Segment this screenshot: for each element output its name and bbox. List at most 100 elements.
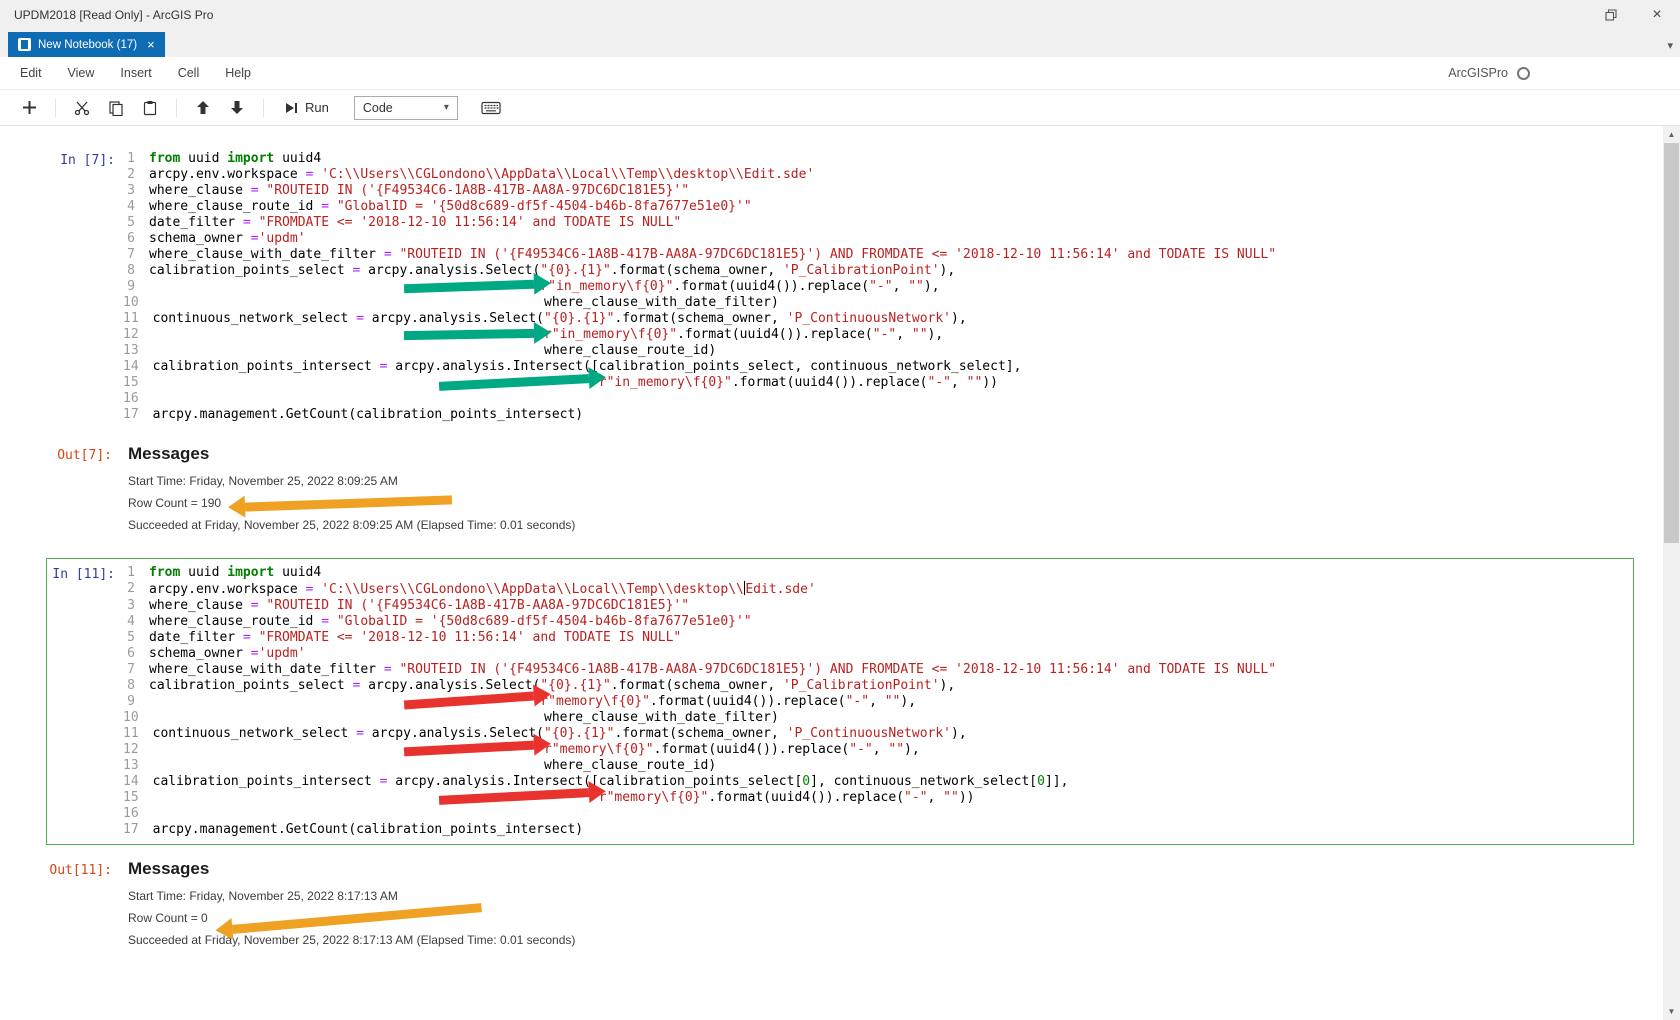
scroll-up-icon[interactable]: ▲ — [1663, 126, 1680, 143]
code-line[interactable]: 5 date_filter = "FROMDATE <= '2018-12-10 … — [123, 215, 1631, 231]
code-line[interactable]: 10 where_clause_with_date_filter) — [123, 710, 1631, 726]
cell-input-area-selected: In [11]: 1 from uuid import uuid4 2 arcpy.e… — [46, 558, 1634, 845]
code-line[interactable]: 8 calibration_points_select = arcpy.analy… — [123, 678, 1631, 694]
cut-cells-button[interactable] — [67, 95, 97, 121]
code-line[interactable]: 2 arcpy.env.workspace = 'C:\\Users\\CGLon… — [123, 581, 1631, 598]
code-text: where_clause_route_id) — [152, 343, 717, 358]
line-number: 13 — [123, 343, 139, 358]
code-editor[interactable]: 1 from uuid import uuid4 2 arcpy.env.worksp… — [123, 147, 1631, 427]
code-line[interactable]: 1 from uuid import uuid4 — [123, 151, 1631, 167]
code-text: where_clause = "ROUTEID IN ('{F49534C6-1… — [149, 598, 690, 613]
code-text: where_clause_route_id = "GlobalID = '{50… — [149, 199, 752, 214]
line-number: 13 — [123, 758, 139, 773]
line-number: 8 — [127, 678, 135, 693]
code-text: arcpy.management.GetCount(calibration_po… — [152, 407, 584, 422]
line-number: 10 — [123, 295, 139, 310]
scrollbar-thumb[interactable] — [1664, 143, 1679, 543]
code-line[interactable]: 16 — [123, 806, 1631, 822]
run-button[interactable]: Run — [275, 95, 338, 121]
cell-output: Messages Start Time: Friday, November 25… — [120, 857, 1634, 955]
code-line[interactable]: 16 — [123, 391, 1631, 407]
code-line[interactable]: 6 schema_owner ='updm' — [123, 646, 1631, 662]
code-text: arcpy.management.GetCount(calibration_po… — [152, 822, 584, 837]
tab-list-chevron-icon[interactable]: ▾ — [1667, 39, 1673, 52]
line-number: 5 — [127, 215, 135, 230]
restore-icon — [1605, 9, 1617, 21]
restore-window-button[interactable] — [1588, 0, 1634, 30]
code-line[interactable]: 13 where_clause_route_id) — [123, 758, 1631, 774]
line-number: 12 — [123, 327, 139, 342]
notebook-document: In [7]: 1 from uuid import uuid4 2 arcpy.en… — [0, 126, 1680, 1020]
code-line[interactable]: 6 schema_owner ='updm' — [123, 231, 1631, 247]
copy-cells-button[interactable] — [101, 95, 131, 121]
code-line[interactable]: 1 from uuid import uuid4 — [123, 565, 1631, 581]
code-line[interactable]: 10 where_clause_with_date_filter) — [123, 295, 1631, 311]
code-line[interactable]: 5 date_filter = "FROMDATE <= '2018-12-10 … — [123, 630, 1631, 646]
add-cell-button[interactable] — [14, 95, 44, 121]
code-line[interactable]: 7 where_clause_with_date_filter = "ROUTEI… — [123, 247, 1631, 263]
code-line[interactable]: 13 where_clause_route_id) — [123, 343, 1631, 359]
cell-input-area: In [7]: 1 from uuid import uuid4 2 arcpy.en… — [46, 144, 1634, 430]
menu-insert[interactable]: Insert — [120, 66, 151, 80]
code-line[interactable]: 8 calibration_points_select = arcpy.analy… — [123, 263, 1631, 279]
vertical-scrollbar[interactable]: ▲ ▼ — [1663, 126, 1680, 1020]
scroll-down-icon[interactable]: ▼ — [1663, 1003, 1680, 1020]
code-line[interactable]: 15 r"in_memory\f{0}".format(uuid4()).rep… — [123, 375, 1631, 391]
messages-heading: Messages — [128, 859, 210, 878]
line-number: 6 — [127, 231, 135, 246]
code-line[interactable]: 9 r"memory\f{0}".format(uuid4()).replace… — [123, 694, 1631, 710]
code-line[interactable]: 17 arcpy.management.GetCount(calibration_… — [123, 822, 1631, 838]
code-text: where_clause_with_date_filter = "ROUTEID… — [149, 247, 1277, 262]
code-text: where_clause_route_id = "GlobalID = '{50… — [149, 614, 752, 629]
keyboard-shortcuts-button[interactable] — [476, 95, 506, 121]
cell-type-value: Code — [362, 100, 393, 115]
notebook-icon — [18, 38, 31, 51]
line-number: 11 — [123, 726, 139, 741]
start-time-text: Start Time: Friday, November 25, 2022 8:… — [128, 474, 398, 488]
paste-icon — [143, 100, 157, 115]
code-line[interactable]: 3 where_clause = "ROUTEID IN ('{F49534C6-… — [123, 598, 1631, 614]
code-line[interactable]: 14 calibration_points_intersect = arcpy.a… — [123, 359, 1631, 375]
code-line[interactable]: 11 continuous_network_select = arcpy.anal… — [123, 726, 1631, 742]
code-line[interactable]: 12 r"in_memory\f{0}".format(uuid4()).rep… — [123, 327, 1631, 343]
line-number: 1 — [127, 565, 135, 580]
line-number: 2 — [127, 167, 135, 182]
move-cell-up-button[interactable] — [188, 95, 218, 121]
menu-help[interactable]: Help — [225, 66, 251, 80]
input-prompt: In [11]: — [52, 567, 115, 582]
line-number: 3 — [127, 183, 135, 198]
menu-cell[interactable]: Cell — [178, 66, 200, 80]
code-line[interactable]: 3 where_clause = "ROUTEID IN ('{F49534C6-… — [123, 183, 1631, 199]
code-editor[interactable]: 1 from uuid import uuid4 2 arcpy.env.worksp… — [123, 561, 1631, 842]
code-text: where_clause_route_id) — [152, 758, 717, 773]
tab-close-icon[interactable]: × — [147, 37, 155, 52]
line-number: 7 — [127, 662, 135, 677]
line-number: 3 — [127, 598, 135, 613]
code-text: calibration_points_select = arcpy.analys… — [149, 678, 956, 693]
close-window-button[interactable]: × — [1634, 0, 1680, 30]
succeeded-text: Succeeded at Friday, November 25, 2022 8… — [128, 518, 576, 532]
code-line[interactable]: 2 arcpy.env.workspace = 'C:\\Users\\CGLon… — [123, 167, 1631, 183]
code-line[interactable]: 17 arcpy.management.GetCount(calibration_… — [123, 407, 1631, 423]
output-prompt: Out[7]: — [57, 448, 112, 463]
menu-edit[interactable]: Edit — [20, 66, 42, 80]
code-line[interactable]: 9 r"in_memory\f{0}".format(uuid4()).repl… — [123, 279, 1631, 295]
code-line[interactable]: 4 where_clause_route_id = "GlobalID = '{5… — [123, 199, 1631, 215]
window-titlebar: UPDM2018 [Read Only] - ArcGIS Pro × — [0, 0, 1680, 30]
code-line[interactable]: 7 where_clause_with_date_filter = "ROUTEI… — [123, 662, 1631, 678]
paste-cells-button[interactable] — [135, 95, 165, 121]
code-line[interactable]: 12 r"memory\f{0}".format(uuid4()).replac… — [123, 742, 1631, 758]
code-line[interactable]: 14 calibration_points_intersect = arcpy.a… — [123, 774, 1631, 790]
move-cell-down-button[interactable] — [222, 95, 252, 121]
line-number: 17 — [123, 407, 139, 422]
code-line[interactable]: 11 continuous_network_select = arcpy.anal… — [123, 311, 1631, 327]
line-number: 8 — [127, 263, 135, 278]
tab-new-notebook[interactable]: New Notebook (17) × — [8, 32, 165, 57]
notebook-cell-7: In [7]: 1 from uuid import uuid4 2 arcpy.en… — [46, 144, 1634, 540]
line-number: 7 — [127, 247, 135, 262]
code-line[interactable]: 15 r"memory\f{0}".format(uuid4()).replac… — [123, 790, 1631, 806]
cell-type-select[interactable]: Code ▾ — [353, 95, 458, 120]
menu-view[interactable]: View — [68, 66, 95, 80]
code-line[interactable]: 4 where_clause_route_id = "GlobalID = '{5… — [123, 614, 1631, 630]
plus-icon — [22, 101, 36, 114]
